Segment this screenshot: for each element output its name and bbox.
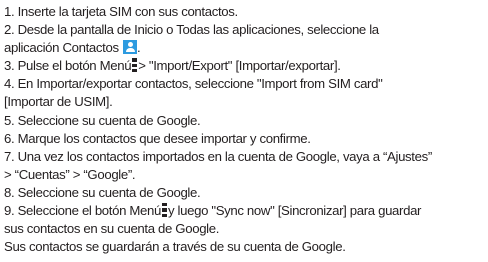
step-2-line-2: aplicación Contactos .: [4, 40, 141, 56]
menu-dots-icon: [132, 58, 138, 73]
step-4-line-1: 4. En Importar/exportar contactos, selec…: [4, 76, 383, 92]
step-2-line-1: 2. Desde la pantalla de Inicio o Todas l…: [4, 22, 379, 38]
contacts-app-icon: [123, 40, 138, 55]
step-6: 6. Marque los contactos que desee import…: [4, 130, 311, 146]
step-9-line-1: 9. Seleccione el botón Menú y luego "Sync…: [4, 203, 422, 219]
instructions-document: 1. Inserte la tarjeta SIM con sus contac…: [4, 3, 488, 256]
step-4-line-2: [Importar de USIM].: [4, 94, 113, 110]
step-7-line-1: 7. Una vez los contactos importados en l…: [4, 148, 432, 164]
step-9-line-2: sus contactos en su cuenta de Google.: [4, 221, 220, 237]
step-8: 8. Seleccione su cuenta de Google.: [4, 184, 201, 200]
step-1: 1. Inserte la tarjeta SIM con sus contac…: [4, 4, 238, 19]
step-5: 5. Seleccione su cuenta de Google.: [4, 112, 201, 128]
closing-note: Sus contactos se guardarán a través de s…: [4, 239, 346, 255]
menu-dots-icon: [161, 203, 167, 218]
step-7-line-2: > “Cuentas” > “Google”.: [4, 166, 136, 182]
step-3: 3. Pulse el botón Menú > "Import/Export" …: [4, 58, 341, 74]
